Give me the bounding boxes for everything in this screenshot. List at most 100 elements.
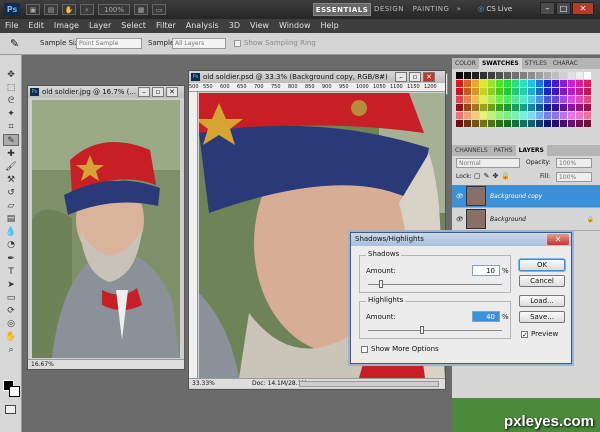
bridge-icon[interactable]: ▣ xyxy=(26,4,40,15)
3d-orbit-icon[interactable]: ◎ xyxy=(3,318,19,330)
move-tool-icon[interactable]: ✥ xyxy=(3,69,19,81)
marquee-tool-icon[interactable]: ⬚ xyxy=(3,82,19,94)
layer-row[interactable]: 👁 Background 🔒 xyxy=(452,208,600,231)
path-select-icon[interactable]: ➤ xyxy=(3,279,19,291)
swatch[interactable] xyxy=(488,96,495,103)
sample-size-select[interactable]: Point Sample xyxy=(76,38,142,49)
swatch[interactable] xyxy=(456,80,463,87)
swatch[interactable] xyxy=(520,80,527,87)
swatch[interactable] xyxy=(536,80,543,87)
swatch[interactable] xyxy=(504,96,511,103)
swatch[interactable] xyxy=(504,120,511,127)
swatch[interactable] xyxy=(504,80,511,87)
menu-filter[interactable]: Filter xyxy=(151,19,181,33)
menu-analysis[interactable]: Analysis xyxy=(181,19,224,33)
close-icon[interactable]: ✕ xyxy=(547,234,569,245)
swatch[interactable] xyxy=(568,88,575,95)
swatch[interactable] xyxy=(480,96,487,103)
tab-layers[interactable]: LAYERS xyxy=(515,145,547,156)
zoom-tool-icon[interactable]: ⌕ xyxy=(80,4,94,15)
workspace-painting[interactable]: PAINTING xyxy=(411,3,451,16)
swatch[interactable] xyxy=(464,120,471,127)
swatch[interactable] xyxy=(480,120,487,127)
tab-channels[interactable]: CHANNELS xyxy=(452,145,491,156)
shadows-amount-input[interactable]: 10 xyxy=(472,265,500,276)
quick-select-tool-icon[interactable]: ✦ xyxy=(3,108,19,120)
eraser-tool-icon[interactable]: ▱ xyxy=(3,200,19,212)
tab-styles[interactable]: STYLES xyxy=(522,58,550,69)
menu-layer[interactable]: Layer xyxy=(84,19,116,33)
swatch[interactable] xyxy=(512,104,519,111)
tab-character[interactable]: CHARAC xyxy=(550,58,581,69)
lasso-tool-icon[interactable]: ᘓ xyxy=(3,95,19,107)
swatch[interactable] xyxy=(464,112,471,119)
zoom-tool-icon[interactable]: ⌕ xyxy=(3,344,19,356)
swatch[interactable] xyxy=(464,104,471,111)
zoom-level-dropdown[interactable]: 100% xyxy=(98,4,130,15)
swatch[interactable] xyxy=(456,120,463,127)
swatch[interactable] xyxy=(464,80,471,87)
swatch[interactable] xyxy=(584,120,591,127)
preview-checkbox[interactable]: ✓ xyxy=(521,331,528,339)
menu-select[interactable]: Select xyxy=(116,19,151,33)
menu-edit[interactable]: Edit xyxy=(23,19,49,33)
swatch[interactable] xyxy=(568,112,575,119)
brush-tool-icon[interactable]: 🖌 xyxy=(3,161,19,173)
gradient-tool-icon[interactable]: ▤ xyxy=(3,213,19,225)
swatch[interactable] xyxy=(560,112,567,119)
swatch[interactable] xyxy=(464,96,471,103)
type-tool-icon[interactable]: T xyxy=(3,266,19,278)
swatch[interactable] xyxy=(576,120,583,127)
canvas-image[interactable] xyxy=(32,100,180,358)
minimize-button[interactable]: – xyxy=(138,87,150,97)
swatch[interactable] xyxy=(568,96,575,103)
menu-image[interactable]: Image xyxy=(49,19,84,33)
workspace-essentials[interactable]: ESSENTIALS xyxy=(313,3,371,16)
close-button[interactable]: ✕ xyxy=(572,2,594,15)
swatch[interactable] xyxy=(472,104,479,111)
menu-view[interactable]: View xyxy=(245,19,274,33)
swatch[interactable] xyxy=(528,120,535,127)
swatch[interactable] xyxy=(488,120,495,127)
document-title-bar[interactable]: Ps old soldier.psd @ 33.3% (Background c… xyxy=(189,71,445,83)
document-window-old-soldier-jpg[interactable]: Ps old soldier.jpg @ 16.7% (... – ▫ ✕ 16… xyxy=(27,85,185,370)
restore-button[interactable]: ▫ xyxy=(409,72,421,82)
swatch[interactable] xyxy=(520,120,527,127)
cs-live-button[interactable]: ◎ CS Live xyxy=(478,3,528,16)
swatch[interactable] xyxy=(584,112,591,119)
sample-select[interactable]: All Layers xyxy=(172,38,226,49)
swatch[interactable] xyxy=(504,72,511,79)
swatch[interactable] xyxy=(520,112,527,119)
swatch[interactable] xyxy=(520,72,527,79)
blur-tool-icon[interactable]: 💧 xyxy=(3,226,19,238)
layer-row[interactable]: 👁 Background copy xyxy=(452,185,600,208)
swatch[interactable] xyxy=(496,96,503,103)
minimize-button[interactable]: – xyxy=(540,2,555,15)
swatch[interactable] xyxy=(536,88,543,95)
arrange-documents-icon[interactable]: ▦ xyxy=(134,4,148,15)
shadows-slider-track[interactable] xyxy=(368,284,502,285)
swatch[interactable] xyxy=(512,88,519,95)
swatch[interactable] xyxy=(488,80,495,87)
swatch[interactable] xyxy=(488,112,495,119)
screen-mode-icon[interactable]: ▭ xyxy=(152,4,166,15)
swatch[interactable] xyxy=(560,80,567,87)
swatch[interactable] xyxy=(576,104,583,111)
swatch[interactable] xyxy=(480,104,487,111)
swatch[interactable] xyxy=(552,120,559,127)
swatch[interactable] xyxy=(512,80,519,87)
swatch[interactable] xyxy=(488,72,495,79)
swatch[interactable] xyxy=(544,120,551,127)
swatch[interactable] xyxy=(456,96,463,103)
swatch[interactable] xyxy=(584,96,591,103)
swatch[interactable] xyxy=(480,112,487,119)
menu-3d[interactable]: 3D xyxy=(224,19,245,33)
shape-tool-icon[interactable]: ▭ xyxy=(3,292,19,304)
swatch[interactable] xyxy=(552,80,559,87)
close-button[interactable]: ✕ xyxy=(423,72,435,82)
swatch[interactable] xyxy=(496,112,503,119)
swatch[interactable] xyxy=(536,104,543,111)
swatch[interactable] xyxy=(456,88,463,95)
eye-icon[interactable]: 👁 xyxy=(452,193,466,200)
background-color-swatch[interactable] xyxy=(9,386,20,397)
